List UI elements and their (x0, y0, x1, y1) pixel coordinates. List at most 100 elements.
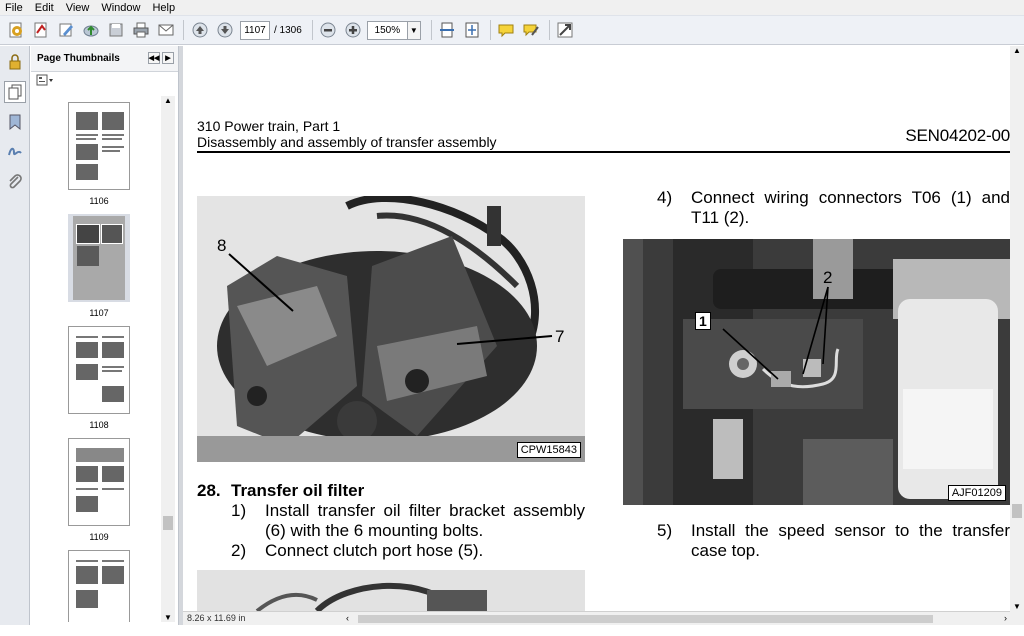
page-size-label: 8.26 x 11.69 in (187, 613, 246, 623)
chevron-down-icon: ▼ (1013, 602, 1021, 611)
cloud-upload-icon (83, 25, 98, 37)
chevron-down-icon: ▼ (409, 25, 418, 35)
chevron-down-icon: ▼ (164, 613, 172, 622)
highlighter-icon (523, 24, 540, 37)
menu-bar: File Edit View Window Help (0, 0, 1024, 15)
zoom-input[interactable]: 150% (366, 20, 407, 40)
chevron-up-icon: ▲ (1013, 46, 1021, 55)
thumbnail-page-number: 1107 (89, 308, 109, 318)
security-button[interactable] (4, 51, 26, 73)
convert-button[interactable] (29, 19, 52, 42)
photo-callout: 7 (555, 327, 565, 346)
upload-button[interactable] (79, 19, 102, 42)
menu-file[interactable]: File (0, 2, 30, 14)
toolbar-divider (430, 20, 432, 40)
fit-width-button[interactable] (436, 19, 459, 42)
chevron-right-icon: › (1004, 613, 1007, 623)
menu-view[interactable]: View (61, 2, 97, 14)
fit-page-button[interactable] (461, 19, 484, 42)
page-number-input[interactable]: 1107 (240, 20, 270, 40)
step-item: 2) Connect clutch port hose (5). (231, 541, 585, 561)
highlight-button[interactable] (520, 19, 543, 42)
toolbar: 1107 / 1306 150% ▼ (0, 15, 1024, 45)
thumbnail-page-number: 1109 (89, 532, 109, 542)
zoom-dropdown-button[interactable]: ▼ (406, 20, 421, 40)
section-title: Transfer oil filter (231, 481, 365, 500)
thumbnail-page[interactable] (68, 102, 130, 190)
menu-edit[interactable]: Edit (30, 2, 61, 14)
thumbnail-scrollbar[interactable]: ▲ ▼ (161, 96, 175, 622)
photo-code: AJF01209 (947, 485, 1006, 501)
fullscreen-button[interactable] (554, 19, 577, 42)
header-chapter: 310 Power train, Part 1 (197, 118, 341, 134)
section-number: 28. (197, 481, 221, 500)
next-page-button[interactable] (213, 19, 236, 42)
lock-icon (9, 54, 21, 70)
minus-circle-icon (320, 22, 336, 38)
print-button[interactable] (129, 19, 152, 42)
photo-image (197, 570, 585, 611)
edit-button[interactable] (54, 19, 77, 42)
step-number: 5) (657, 521, 673, 540)
thumbnail-preview (72, 330, 128, 412)
fit-width-icon (440, 22, 455, 38)
thumbnail-page-selected[interactable] (68, 214, 130, 302)
panel-title: Page Thumbnails (37, 53, 120, 64)
scrollbar-thumb[interactable] (1012, 504, 1022, 518)
page-thumbnails-button[interactable] (4, 81, 26, 103)
thumbnail-options[interactable] (31, 72, 178, 88)
photo-callout: 8 (217, 236, 227, 255)
pages-icon (8, 84, 22, 100)
signatures-button[interactable] (4, 141, 26, 163)
zoom-out-button[interactable] (317, 19, 340, 42)
navigation-rail (0, 46, 30, 625)
step-text: Connect wiring connectors T06 (1) and T1… (691, 188, 1010, 227)
arrow-up-icon (192, 22, 207, 38)
plus-circle-icon (345, 22, 361, 38)
section-heading: 28. Transfer oil filter (197, 481, 364, 501)
expand-icon (557, 22, 573, 38)
step-text: Install the speed sensor to the transfer… (691, 521, 1010, 560)
thumbnail-preview (72, 106, 128, 188)
collapse-panel-button[interactable]: ◀◀ (148, 52, 160, 64)
photo-partial (197, 570, 585, 611)
toolbar-divider (489, 20, 491, 40)
create-pdf-button[interactable] (4, 19, 27, 42)
step-text: Connect clutch port hose (5). (265, 541, 484, 560)
thumbnail-page-number: 1108 (89, 420, 109, 430)
photo-transfer-valves: 8 7 CPW15843 (197, 196, 585, 462)
horizontal-scrollbar[interactable]: 8.26 x 11.69 in ‹ › (183, 611, 1010, 625)
create-pdf-icon (9, 22, 22, 38)
chevron-left-icon: ‹ (346, 613, 349, 623)
photo-callout: 2 (823, 268, 833, 287)
scrollbar-thumb[interactable] (358, 615, 933, 623)
step-number: 1) (231, 501, 247, 520)
step-number: 4) (657, 188, 673, 207)
save-button[interactable] (104, 19, 127, 42)
attachments-button[interactable] (4, 171, 26, 193)
previous-page-button[interactable] (188, 19, 211, 42)
thumbnail-panel-header: Page Thumbnails ◀◀ ▶ (31, 46, 178, 72)
toolbar-divider (311, 20, 313, 40)
thumbnail-page[interactable] (68, 438, 130, 526)
chevron-up-icon: ▲ (164, 96, 172, 105)
zoom-in-button[interactable] (342, 19, 365, 42)
menu-help[interactable]: Help (147, 2, 182, 14)
scrollbar-corner (1010, 611, 1024, 625)
photo-image (623, 239, 1010, 505)
menu-window[interactable]: Window (96, 2, 147, 14)
bookmarks-button[interactable] (4, 111, 26, 133)
thumbnail-page-number: 1106 (89, 196, 109, 206)
header-doc-code: SEN04202-00 (905, 126, 1010, 145)
thumbnail-page[interactable] (68, 326, 130, 414)
document-view: 310 Power train, Part 1 Disassembly and … (183, 46, 1010, 611)
toolbar-divider (548, 20, 550, 40)
comment-button[interactable] (495, 19, 518, 42)
photo-wiring-connectors: 1 2 AJF01209 (623, 239, 1010, 505)
scrollbar-thumb[interactable] (163, 516, 173, 530)
vertical-scrollbar[interactable]: ▲ ▼ (1010, 46, 1024, 611)
panel-options-button[interactable]: ▶ (162, 52, 174, 64)
thumbnail-page[interactable] (68, 550, 130, 636)
step-item: 1) Install transfer oil filter bracket a… (231, 501, 585, 541)
email-button[interactable] (154, 19, 177, 42)
